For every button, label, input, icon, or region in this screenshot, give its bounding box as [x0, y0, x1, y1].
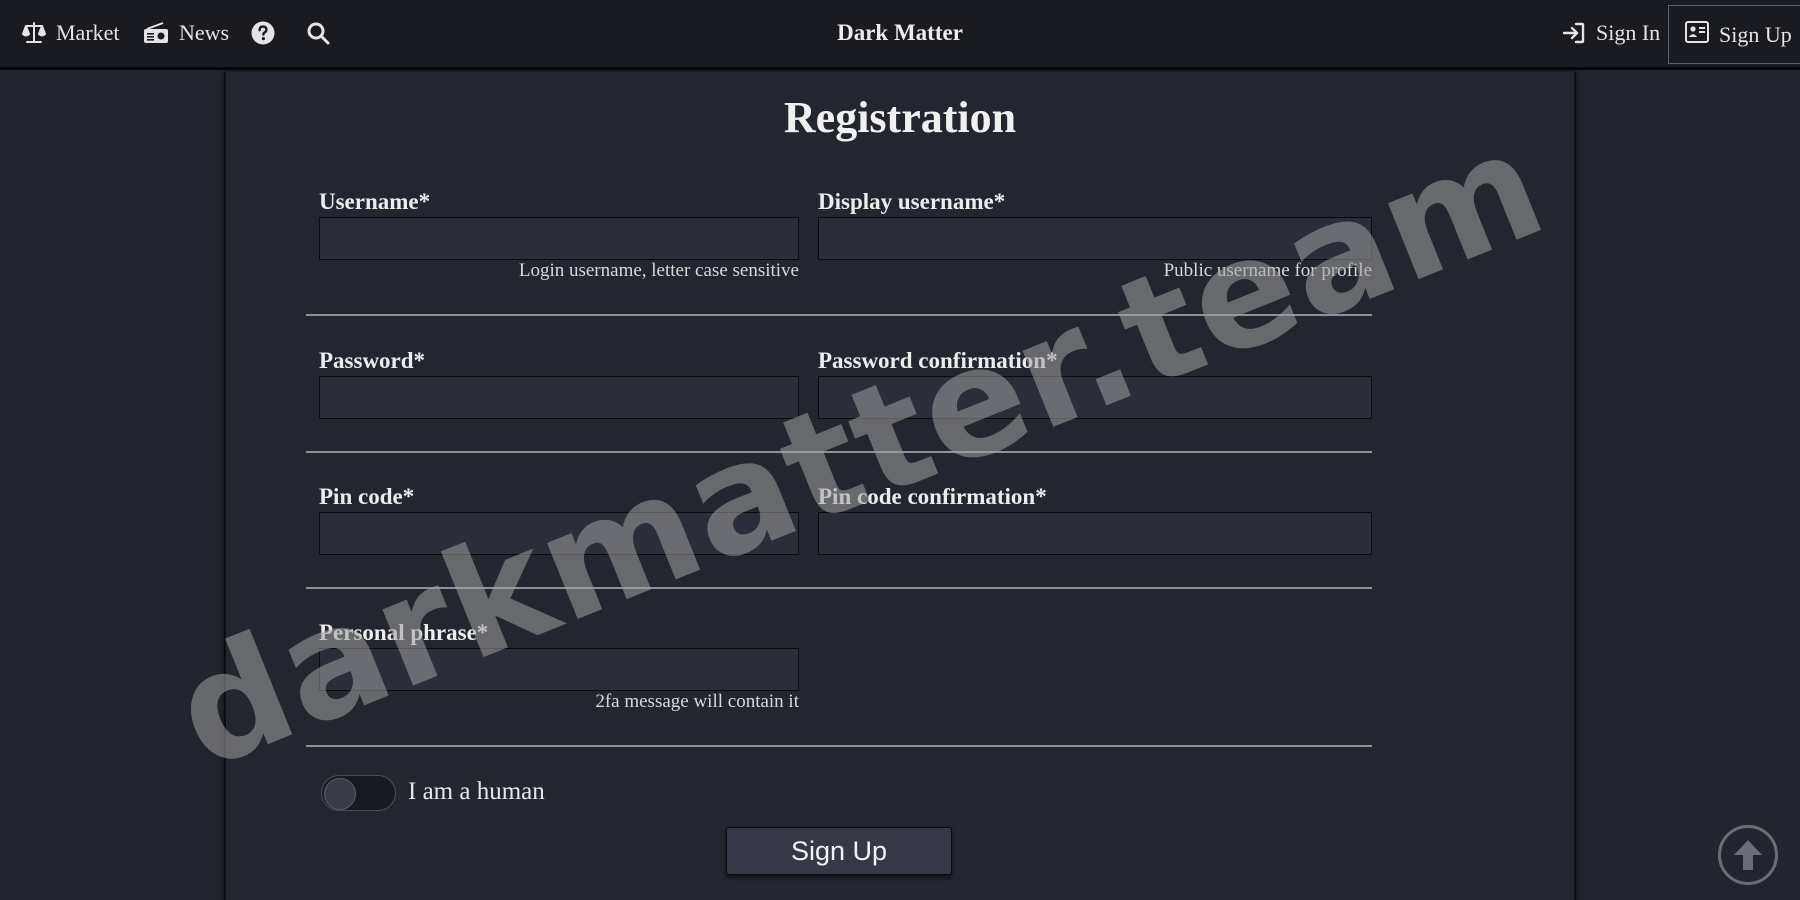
question-circle-icon — [251, 21, 275, 45]
personal-phrase-hint: 2fa message will contain it — [595, 691, 799, 712]
nav-news[interactable]: News — [143, 0, 229, 66]
pin-code-label: Pin code* — [319, 484, 415, 509]
nav-sign-in-label: Sign In — [1596, 20, 1661, 45]
divider — [306, 451, 1372, 453]
personal-phrase-input[interactable] — [319, 648, 799, 691]
username-label: Username* — [319, 189, 431, 214]
username-input[interactable] — [319, 217, 799, 260]
registration-panel: Registration Username* Login username, l… — [224, 72, 1576, 900]
divider — [306, 587, 1372, 589]
search-icon — [306, 21, 330, 45]
nav-market-label: Market — [56, 20, 120, 45]
nav-sign-up[interactable]: Sign Up — [1668, 5, 1800, 64]
id-card-icon — [1685, 20, 1709, 49]
scroll-to-top-button[interactable] — [1718, 825, 1778, 885]
display-username-input[interactable] — [818, 217, 1372, 260]
nav-market[interactable]: Market — [22, 0, 120, 66]
divider — [306, 745, 1372, 747]
nav-search[interactable] — [306, 0, 330, 66]
pin-code-confirmation-label: Pin code confirmation* — [818, 484, 1047, 509]
password-confirmation-label: Password confirmation* — [818, 348, 1058, 373]
pin-code-confirmation-input[interactable] — [818, 512, 1372, 555]
pin-code-input[interactable] — [319, 512, 799, 555]
display-username-hint: Public username for profile — [1163, 260, 1372, 281]
top-navbar: Market News Dark Matter Sign In Sign Up — [0, 0, 1800, 70]
page-title: Registration — [783, 93, 1017, 142]
password-confirmation-input[interactable] — [818, 376, 1372, 419]
personal-phrase-label: Personal phrase* — [319, 620, 489, 645]
divider — [306, 314, 1372, 316]
nav-help[interactable] — [251, 0, 275, 66]
password-label: Password* — [319, 348, 426, 373]
nav-sign-in[interactable]: Sign In — [1562, 0, 1660, 66]
nav-sign-up-label: Sign Up — [1719, 21, 1792, 47]
password-input[interactable] — [319, 376, 799, 419]
scale-icon — [22, 21, 46, 45]
sign-in-icon — [1562, 21, 1586, 45]
sign-up-button[interactable]: Sign Up — [726, 827, 952, 875]
nav-news-label: News — [179, 20, 230, 45]
radio-icon — [143, 21, 169, 45]
human-toggle-label: I am a human — [408, 778, 545, 805]
display-username-label: Display username* — [818, 189, 1006, 214]
toggle-knob — [324, 778, 356, 810]
human-toggle[interactable] — [321, 775, 396, 811]
username-hint: Login username, letter case sensitive — [518, 260, 799, 281]
